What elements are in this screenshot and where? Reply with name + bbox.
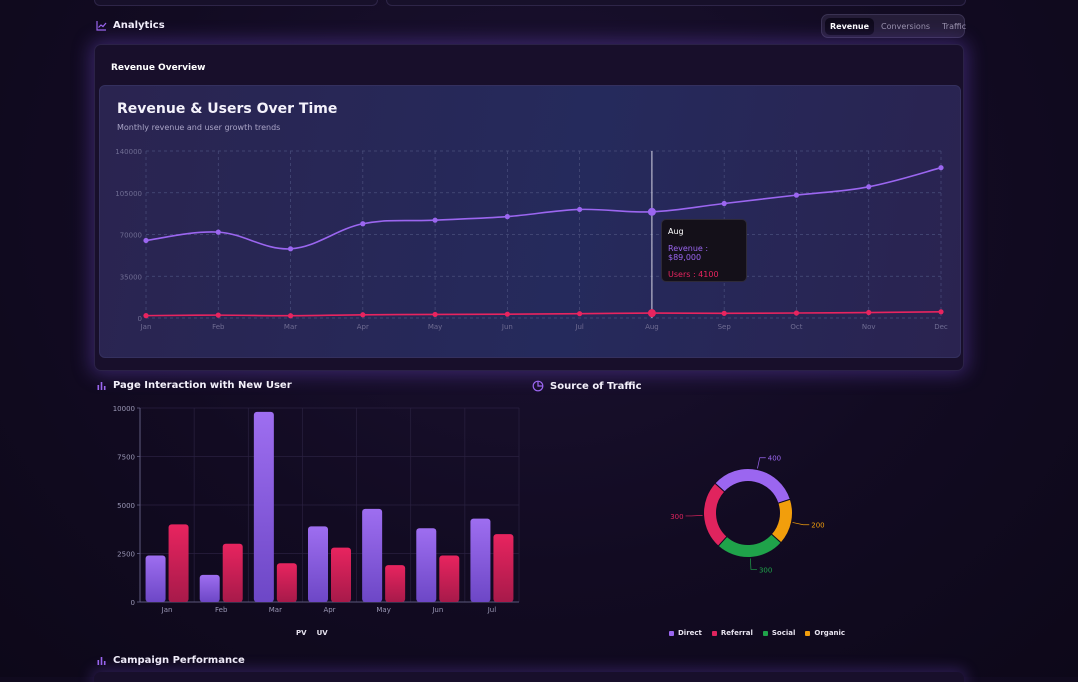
- legend-direct[interactable]: Direct: [669, 629, 702, 637]
- tab-traffic[interactable]: Traffic: [937, 18, 971, 35]
- y-tick-label: 0: [131, 599, 135, 607]
- x-tick-label: Jun: [431, 606, 443, 614]
- y-tick-label: 2500: [117, 551, 135, 559]
- bar-chart-icon: [97, 657, 106, 665]
- slice-label-line: [757, 457, 766, 469]
- uv-bar: [222, 543, 243, 602]
- legend-social[interactable]: Social: [762, 629, 795, 637]
- x-tick-label: Apr: [323, 606, 335, 614]
- slice-value-label: 300: [670, 513, 683, 521]
- x-tick-label: Feb: [215, 606, 228, 614]
- social-slice: [717, 533, 782, 558]
- traffic-header: Source of Traffic: [532, 380, 642, 392]
- chart-title: Revenue & Users Over Time: [117, 101, 338, 117]
- revenue-chart-card: Revenue & Users Over Time Monthly revenu…: [99, 85, 961, 358]
- bar-legend: PV UV: [296, 629, 328, 637]
- uv-bar: [385, 565, 406, 602]
- y-tick-label: 5000: [117, 502, 135, 510]
- y-tick-label: 7500: [117, 454, 135, 462]
- chart-tooltip: Aug Revenue : $89,000 Users : 4100: [661, 219, 747, 282]
- campaign-title: Campaign Performance: [113, 655, 245, 666]
- slice-value-label: 300: [759, 566, 772, 574]
- pv-bar: [470, 518, 491, 602]
- bar-chart-icon: [97, 382, 106, 390]
- revenue-overview-title: Revenue Overview: [111, 63, 206, 73]
- organic-slice: [770, 498, 793, 544]
- direct-slice: [714, 468, 791, 504]
- pv-bar: [253, 411, 274, 602]
- x-tick-label: Jul: [487, 606, 497, 614]
- legend-organic[interactable]: Organic: [805, 629, 845, 637]
- uv-bar: [168, 524, 189, 602]
- analytics-tabs: Revenue Conversions Traffic: [821, 14, 966, 38]
- campaign-header: Campaign Performance: [96, 655, 245, 666]
- traffic-title: Source of Traffic: [550, 380, 642, 392]
- legend-uv[interactable]: UV: [317, 629, 328, 637]
- slice-value-label: 400: [768, 455, 781, 463]
- top-card-left: [94, 0, 378, 6]
- slice-label-line: [750, 558, 757, 570]
- pie-legend: Direct Referral Social Organic: [669, 629, 845, 637]
- slice-label-line: [685, 515, 703, 517]
- analytics-header: Analytics: [96, 20, 165, 31]
- chart-subtitle: Monthly revenue and user growth trends: [117, 123, 281, 132]
- top-card-right: [386, 0, 966, 6]
- tooltip-users: Users : 4100: [668, 270, 719, 279]
- pv-bar: [308, 526, 328, 602]
- uv-bar: [439, 555, 460, 602]
- legend-referral[interactable]: Referral: [711, 629, 753, 637]
- x-tick-label: May: [376, 606, 390, 614]
- line-chart-icon: [96, 21, 107, 31]
- y-tick-label: 10000: [113, 405, 135, 413]
- pv-bar: [362, 508, 383, 602]
- x-tick-label: Mar: [269, 606, 282, 614]
- tooltip-month: Aug: [668, 227, 684, 236]
- page-interaction-title: Page Interaction with New User: [113, 380, 292, 391]
- revenue-overview-panel: Revenue Overview Revenue & Users Over Ti…: [94, 44, 964, 371]
- x-tick-label: Jan: [161, 606, 173, 614]
- campaign-panel-edge: [94, 672, 964, 682]
- analytics-title: Analytics: [113, 20, 165, 31]
- tab-conversions[interactable]: Conversions: [876, 18, 935, 35]
- tab-revenue[interactable]: Revenue: [825, 17, 875, 35]
- pv-bar: [145, 555, 166, 602]
- uv-bar: [276, 563, 297, 602]
- uv-bar: [331, 547, 351, 602]
- pie-chart-icon: [532, 380, 544, 392]
- page-interaction-header: Page Interaction with New User: [96, 380, 292, 391]
- legend-pv[interactable]: PV: [296, 629, 307, 637]
- tooltip-revenue: Revenue : $89,000: [668, 244, 709, 262]
- referral-slice: [703, 482, 728, 547]
- slice-label-line: [792, 522, 810, 526]
- slice-value-label: 200: [811, 522, 824, 530]
- uv-bar: [493, 534, 514, 602]
- pv-bar: [416, 528, 437, 602]
- pv-bar: [199, 574, 220, 602]
